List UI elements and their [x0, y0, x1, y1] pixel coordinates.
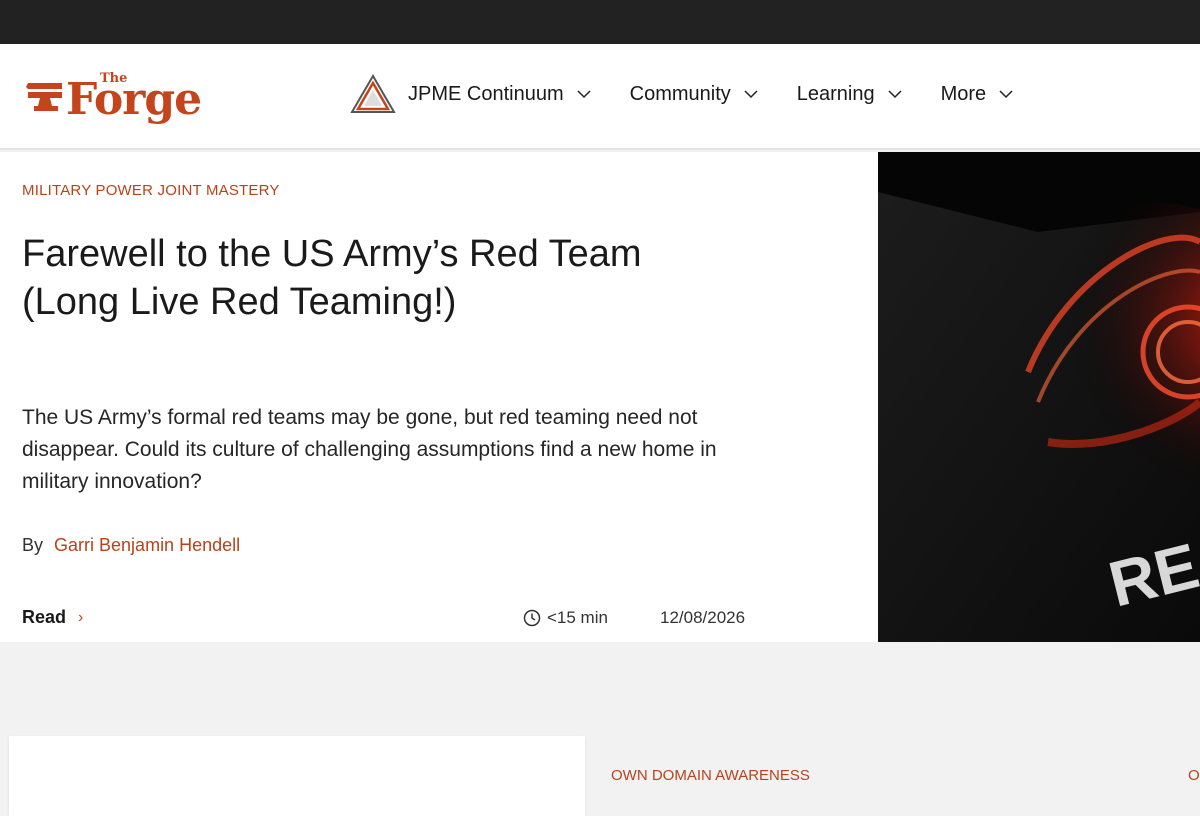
top-utility-bar: [0, 0, 1200, 44]
chevron-down-icon: [999, 90, 1013, 99]
article-byline: By Garri Benjamin Hendell: [22, 535, 240, 556]
clock-icon: [523, 609, 541, 627]
read-label: Read: [22, 607, 67, 627]
next-article-category-link[interactable]: OWN DOMAIN AWARENESS: [611, 767, 810, 784]
nav-item-more[interactable]: More: [941, 83, 1015, 106]
author-link[interactable]: Garri Benjamin Hendell: [54, 535, 240, 555]
next-article-category-link-2[interactable]: O: [1188, 767, 1200, 784]
anvil-icon: [26, 83, 62, 111]
chevron-down-icon: [888, 90, 902, 99]
logo-forge-text: Forge: [66, 74, 202, 125]
article-title-line-2: (Long Live Red Teaming!): [22, 281, 457, 323]
read-link[interactable]: Read ›: [22, 607, 83, 628]
site-logo[interactable]: The Forge: [24, 70, 204, 126]
by-label: By: [22, 535, 44, 555]
hero-image-art: RE: [878, 152, 1200, 642]
triangle-logo-icon: [350, 74, 396, 113]
chevron-down-icon: [577, 90, 591, 99]
nav-item-label: Learning: [796, 82, 875, 105]
chevron-right-icon: ›: [78, 608, 84, 626]
article-title-line-1: Farewell to the US Army’s Red Team: [22, 233, 642, 275]
nav-item-community[interactable]: Community: [630, 83, 759, 106]
main-nav: JPME Continuum Community Learning More: [350, 74, 1052, 114]
article-summary: The US Army’s formal red teams may be go…: [22, 406, 717, 493]
nav-item-label: Community: [629, 82, 731, 105]
article-title[interactable]: Farewell to the US Army’s Red Team (Long…: [22, 230, 762, 326]
publish-date: 12/08/2026: [660, 608, 746, 627]
chevron-down-icon: [744, 90, 758, 99]
nav-item-label: JPME Continuum: [408, 82, 564, 105]
site-header: The Forge JPME Continuum Community Learn…: [0, 44, 1200, 150]
nav-item-learning[interactable]: Learning: [797, 83, 903, 106]
read-time-value: <15 min: [547, 608, 608, 627]
article-card[interactable]: [9, 736, 585, 816]
article-category-link[interactable]: MILITARY POWER JOINT MASTERY: [22, 182, 280, 199]
article-hero-image[interactable]: RE: [878, 152, 1200, 642]
nav-item-label: More: [940, 82, 987, 105]
read-time: <15 min: [523, 608, 608, 628]
nav-item-jpme-continuum[interactable]: JPME Continuum: [350, 74, 592, 114]
featured-article: MILITARY POWER JOINT MASTERY Farewell to…: [0, 152, 878, 642]
